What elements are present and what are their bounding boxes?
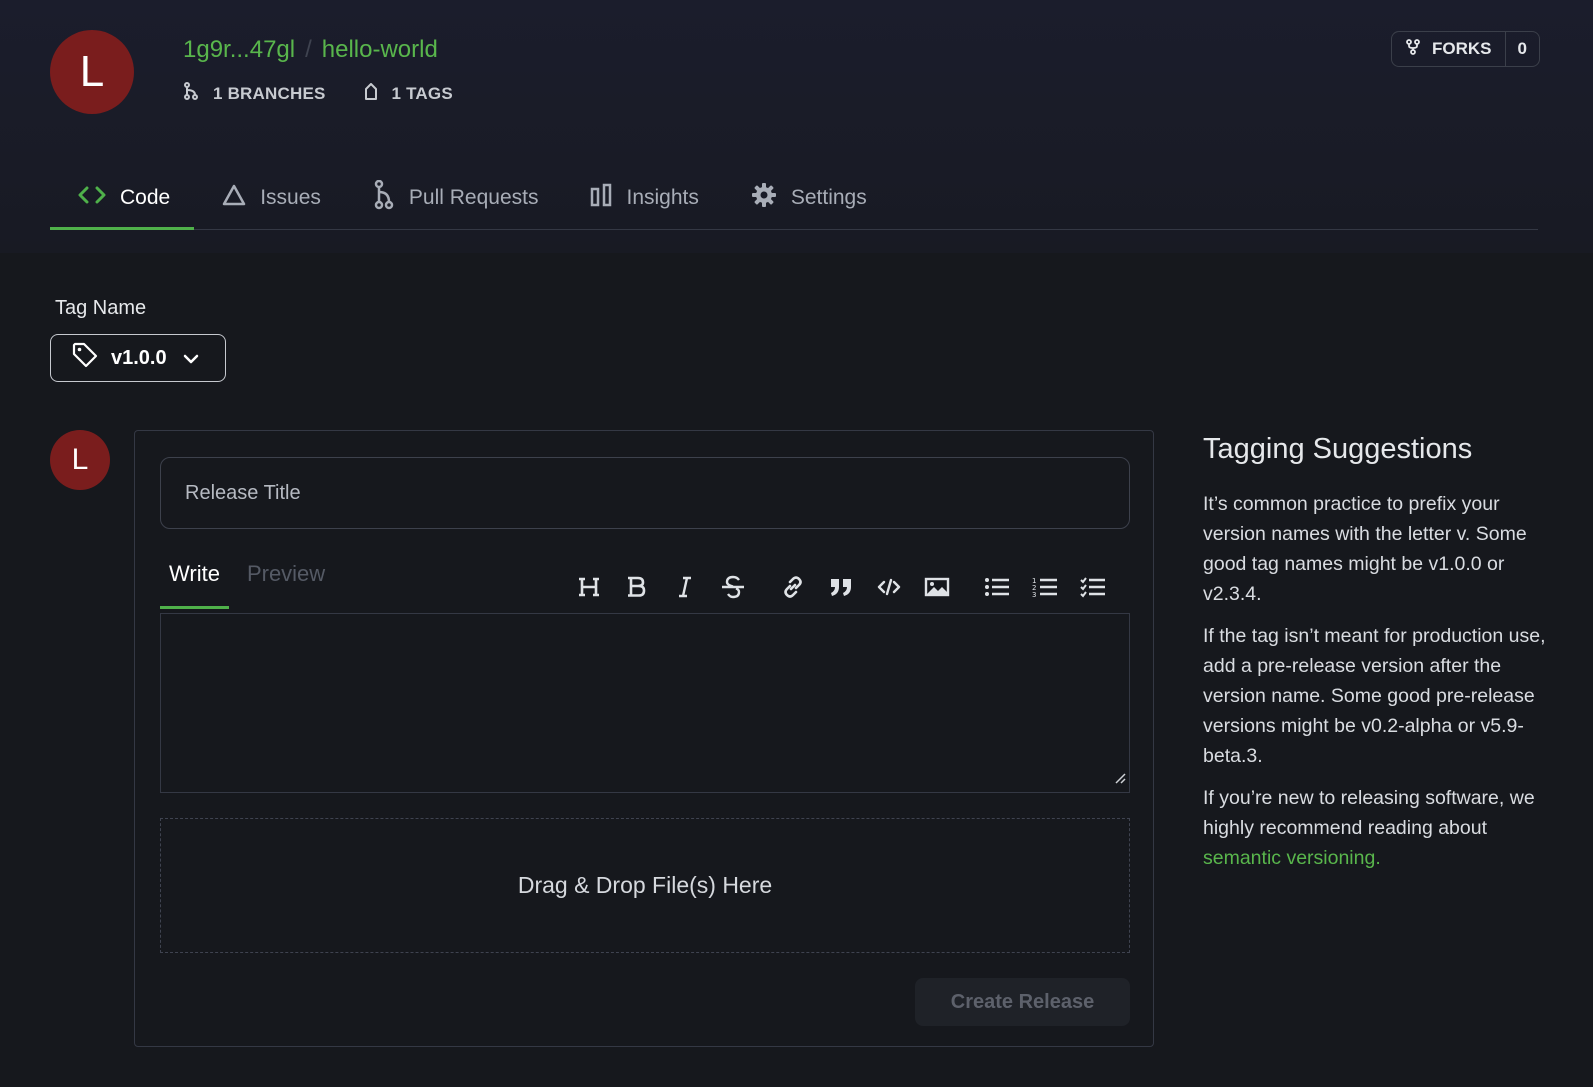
- user-avatar[interactable]: L: [50, 430, 110, 490]
- tab-pull-requests-label: Pull Requests: [408, 186, 539, 209]
- repo-stats: 1 BRANCHES 1 TAGS: [183, 82, 453, 105]
- task-list-icon[interactable]: [1069, 571, 1117, 603]
- dropzone-text: Drag & Drop File(s) Here: [517, 872, 773, 898]
- breadcrumb-separator: /: [305, 36, 312, 63]
- pull-request-icon: [373, 179, 395, 216]
- forks-label: FORKS: [1432, 39, 1492, 58]
- tab-issues[interactable]: Issues: [194, 172, 345, 230]
- strikethrough-icon[interactable]: [709, 571, 757, 603]
- bullet-list-icon[interactable]: [973, 571, 1021, 603]
- tab-issues-label: Issues: [260, 186, 321, 209]
- fork-icon: [1406, 38, 1420, 60]
- tab-insights[interactable]: Insights: [562, 172, 722, 230]
- repo-owner-link[interactable]: 1g9r...47gl: [183, 36, 295, 63]
- tab-write[interactable]: Write: [160, 561, 229, 609]
- tab-code[interactable]: Code: [50, 172, 195, 230]
- quote-icon[interactable]: [817, 571, 865, 603]
- suggestions-title: Tagging Suggestions: [1203, 433, 1473, 465]
- branches-link[interactable]: 1 BRANCHES: [183, 82, 326, 105]
- code-icon: [78, 185, 106, 211]
- suggestion-paragraph-1: It’s common practice to prefix your vers…: [1203, 493, 1527, 605]
- repo-tabs: Code Issues Pull Requests Insights Setti…: [50, 172, 1538, 230]
- resize-handle-icon[interactable]: [1114, 771, 1126, 789]
- semantic-versioning-link[interactable]: semantic versioning.: [1203, 847, 1381, 869]
- create-release-button[interactable]: Create Release: [915, 978, 1130, 1026]
- gear-icon: [751, 182, 777, 214]
- repo-header: L 1g9r...47gl / hello-world 1 BRANCHES 1 T…: [0, 0, 1593, 253]
- suggestion-paragraph-2: If the tag isn’t meant for production us…: [1203, 625, 1546, 767]
- file-dropzone[interactable]: Drag & Drop File(s) Here: [160, 818, 1130, 953]
- bar-chart-icon: [590, 183, 612, 213]
- tag-select[interactable]: v1.0.0: [50, 334, 226, 382]
- editor-tabs: Write Preview: [160, 561, 334, 609]
- bold-icon[interactable]: [613, 571, 661, 603]
- owner-avatar[interactable]: L: [50, 30, 134, 114]
- tags-link[interactable]: 1 TAGS: [364, 82, 453, 105]
- numbered-list-icon[interactable]: 123: [1021, 571, 1069, 603]
- chevron-down-icon: [183, 347, 199, 370]
- tab-settings[interactable]: Settings: [723, 172, 891, 230]
- repo-breadcrumb: 1g9r...47gl / hello-world: [183, 36, 438, 64]
- markdown-toolbar: 123: [565, 571, 1117, 603]
- release-form: Write Preview 123: [134, 430, 1154, 1047]
- tab-pull-requests[interactable]: Pull Requests: [345, 172, 563, 230]
- release-title-input[interactable]: [160, 457, 1130, 529]
- tag-name-label: Tag Name: [55, 297, 147, 319]
- heading-icon[interactable]: [565, 571, 613, 603]
- svg-text:3: 3: [1032, 591, 1036, 598]
- branches-label: 1 BRANCHES: [213, 83, 326, 103]
- triangle-icon: [222, 184, 246, 212]
- italic-icon[interactable]: [661, 571, 709, 603]
- suggestion-paragraph-3: If you’re new to releasing software, we …: [1203, 783, 1548, 873]
- release-notes-textarea[interactable]: [160, 613, 1130, 793]
- tab-code-label: Code: [120, 186, 171, 209]
- tab-settings-label: Settings: [790, 186, 867, 209]
- tag-icon: [364, 82, 378, 105]
- branch-icon: [183, 82, 199, 105]
- forks-button[interactable]: FORKS 0: [1391, 31, 1540, 67]
- tagging-suggestions: Tagging Suggestions It’s common practice…: [1203, 433, 1548, 885]
- tab-insights-label: Insights: [626, 186, 699, 209]
- forks-label-group: FORKS: [1392, 32, 1506, 66]
- image-icon[interactable]: [913, 571, 961, 603]
- tag-outline-icon: [71, 341, 99, 375]
- code-icon[interactable]: [865, 571, 913, 603]
- tab-preview[interactable]: Preview: [238, 561, 334, 609]
- repo-name-link[interactable]: hello-world: [322, 36, 438, 63]
- forks-count: 0: [1517, 39, 1527, 58]
- tag-select-value: v1.0.0: [111, 346, 167, 369]
- suggestion-paragraph-3-text: If you’re new to releasing software, we …: [1203, 787, 1535, 839]
- tags-label: 1 TAGS: [391, 83, 453, 103]
- link-icon[interactable]: [769, 571, 817, 603]
